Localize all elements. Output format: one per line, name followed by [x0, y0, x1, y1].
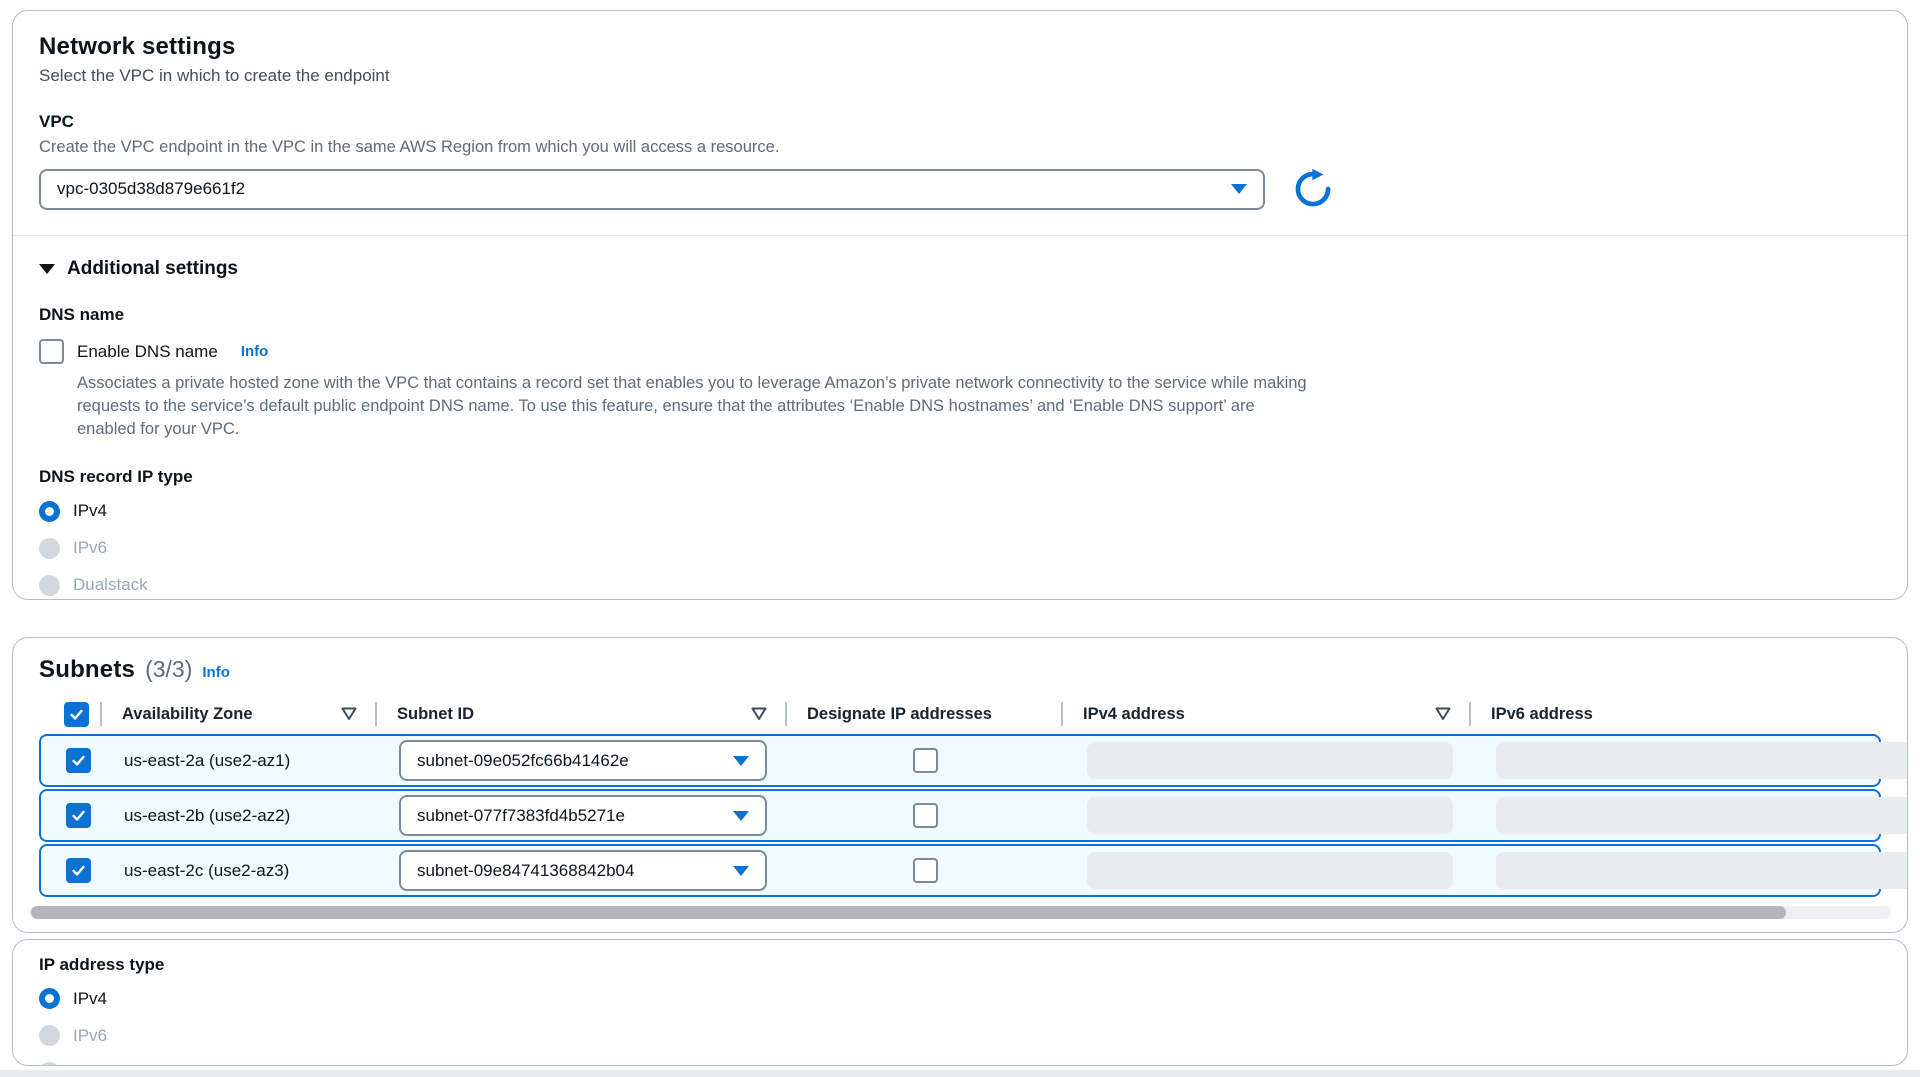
table-row: us-east-2a (use2-az1) subnet-09e052fc66b… — [39, 734, 1881, 787]
ipv4-address-field — [1087, 742, 1453, 779]
column-header-label: IPv4 address — [1083, 705, 1185, 724]
radio-disabled-icon — [39, 575, 60, 596]
subnet-id-select-value: subnet-077f7383fd4b5271e — [417, 806, 625, 826]
ipv6-address-field — [1496, 742, 1908, 779]
ip-address-type-label: IP address type — [39, 955, 1881, 975]
radio-selected-icon — [39, 988, 60, 1009]
ipv6-address-field — [1496, 797, 1908, 834]
row-select-checkbox[interactable] — [66, 748, 91, 773]
chevron-down-icon — [733, 756, 749, 766]
column-header-designate-ip[interactable]: Designate IP addresses — [785, 696, 1061, 732]
network-settings-title: Network settings — [39, 33, 1881, 61]
subnet-id-select[interactable]: subnet-09e052fc66b41462e — [399, 740, 767, 781]
dns-name-info-link[interactable]: Info — [241, 343, 269, 360]
subnet-id-select[interactable]: subnet-077f7383fd4b5271e — [399, 795, 767, 836]
subnet-id-select[interactable]: subnet-09e84741368842b04 — [399, 850, 767, 891]
subnets-card: Subnets (3/3) Info Availability Zone Sub… — [12, 637, 1908, 933]
radio-label: Dualstack — [73, 1063, 148, 1067]
radio-label: IPv6 — [73, 1026, 107, 1046]
designate-ip-checkbox[interactable] — [913, 858, 938, 883]
column-header-label: Subnet ID — [397, 705, 474, 724]
column-header-label: Designate IP addresses — [807, 705, 992, 724]
chevron-down-icon — [733, 811, 749, 821]
radio-disabled-icon — [39, 1025, 60, 1046]
additional-settings-title: Additional settings — [67, 258, 238, 280]
radio-label: IPv4 — [73, 989, 107, 1009]
ip-address-type-option-ipv4[interactable]: IPv4 — [39, 985, 1881, 1012]
radio-label: Dualstack — [73, 575, 148, 595]
availability-zone-cell: us-east-2c (use2-az3) — [102, 861, 377, 881]
row-select-checkbox[interactable] — [66, 858, 91, 883]
enable-dns-name-checkbox[interactable] — [39, 339, 64, 364]
chevron-down-icon — [1231, 184, 1247, 194]
table-row: us-east-2c (use2-az3) subnet-09e84741368… — [39, 844, 1881, 897]
filter-icon[interactable] — [751, 707, 767, 721]
ipv6-address-field — [1496, 852, 1908, 889]
vpc-description: Create the VPC endpoint in the VPC in th… — [39, 138, 1881, 157]
column-header-subnet-id[interactable]: Subnet ID — [375, 696, 785, 732]
radio-disabled-icon — [39, 1062, 60, 1066]
dns-name-label: DNS name — [39, 305, 1881, 325]
select-all-checkbox[interactable] — [64, 702, 89, 727]
page-bottom-divider — [0, 1070, 1920, 1077]
section-divider — [13, 235, 1907, 236]
scrollbar-thumb[interactable] — [31, 906, 1786, 919]
dns-record-ip-type-option-ipv6: IPv6 — [39, 535, 1881, 561]
filter-icon[interactable] — [341, 707, 357, 721]
network-settings-subtitle: Select the VPC in which to create the en… — [39, 66, 1881, 86]
radio-label: IPv4 — [73, 501, 107, 521]
network-settings-card: Network settings Select the VPC in which… — [12, 10, 1908, 600]
ip-address-type-card: IP address type IPv4 IPv6 Dualstack — [12, 939, 1908, 1066]
column-header-label: IPv6 address — [1491, 705, 1593, 724]
subnet-id-select-value: subnet-09e84741368842b04 — [417, 861, 634, 881]
column-header-ipv6-address[interactable]: IPv6 address — [1469, 696, 1881, 732]
additional-settings-expander[interactable]: Additional settings — [39, 258, 1881, 280]
column-header-label: Availability Zone — [122, 705, 253, 724]
dns-record-ip-type-option-dualstack: Dualstack — [39, 572, 1881, 598]
subnet-id-select-value: subnet-09e052fc66b41462e — [417, 751, 629, 771]
expander-caret-icon — [39, 264, 55, 274]
availability-zone-cell: us-east-2b (use2-az2) — [102, 806, 377, 826]
row-select-checkbox[interactable] — [66, 803, 91, 828]
subnets-table-header: Availability Zone Subnet ID Designate IP… — [39, 696, 1881, 732]
filter-icon[interactable] — [1435, 707, 1451, 721]
vpc-select-value: vpc-0305d38d879e661f2 — [57, 179, 245, 199]
vpc-form-field: VPC Create the VPC endpoint in the VPC i… — [39, 112, 1881, 211]
horizontal-scrollbar[interactable] — [29, 906, 1891, 919]
column-header-ipv4-address[interactable]: IPv4 address — [1061, 696, 1469, 732]
ip-address-type-option-ipv6: IPv6 — [39, 1022, 1881, 1049]
ip-address-type-option-dualstack: Dualstack — [39, 1059, 1881, 1066]
dns-name-description: Associates a private hosted zone with th… — [77, 372, 1317, 441]
availability-zone-cell: us-east-2a (use2-az1) — [102, 751, 377, 771]
table-row: us-east-2b (use2-az2) subnet-077f7383fd4… — [39, 789, 1881, 842]
dns-record-ip-type-option-ipv4[interactable]: IPv4 — [39, 498, 1881, 524]
designate-ip-checkbox[interactable] — [913, 803, 938, 828]
vpc-label: VPC — [39, 112, 1881, 132]
subnets-counter: (3/3) — [145, 656, 192, 683]
radio-selected-icon — [39, 501, 60, 522]
subnets-title: Subnets — [39, 656, 135, 684]
ipv4-address-field — [1087, 852, 1453, 889]
vpc-select[interactable]: vpc-0305d38d879e661f2 — [39, 169, 1265, 210]
radio-disabled-icon — [39, 538, 60, 559]
radio-label: IPv6 — [73, 538, 107, 558]
refresh-button[interactable] — [1291, 167, 1335, 211]
dns-record-ip-type-label: DNS record IP type — [39, 467, 1881, 487]
enable-dns-name-label: Enable DNS name — [77, 342, 218, 362]
refresh-icon — [1292, 168, 1334, 210]
designate-ip-checkbox[interactable] — [913, 748, 938, 773]
subnets-info-link[interactable]: Info — [202, 664, 230, 681]
ipv4-address-field — [1087, 797, 1453, 834]
chevron-down-icon — [733, 866, 749, 876]
column-header-availability-zone[interactable]: Availability Zone — [100, 696, 375, 732]
